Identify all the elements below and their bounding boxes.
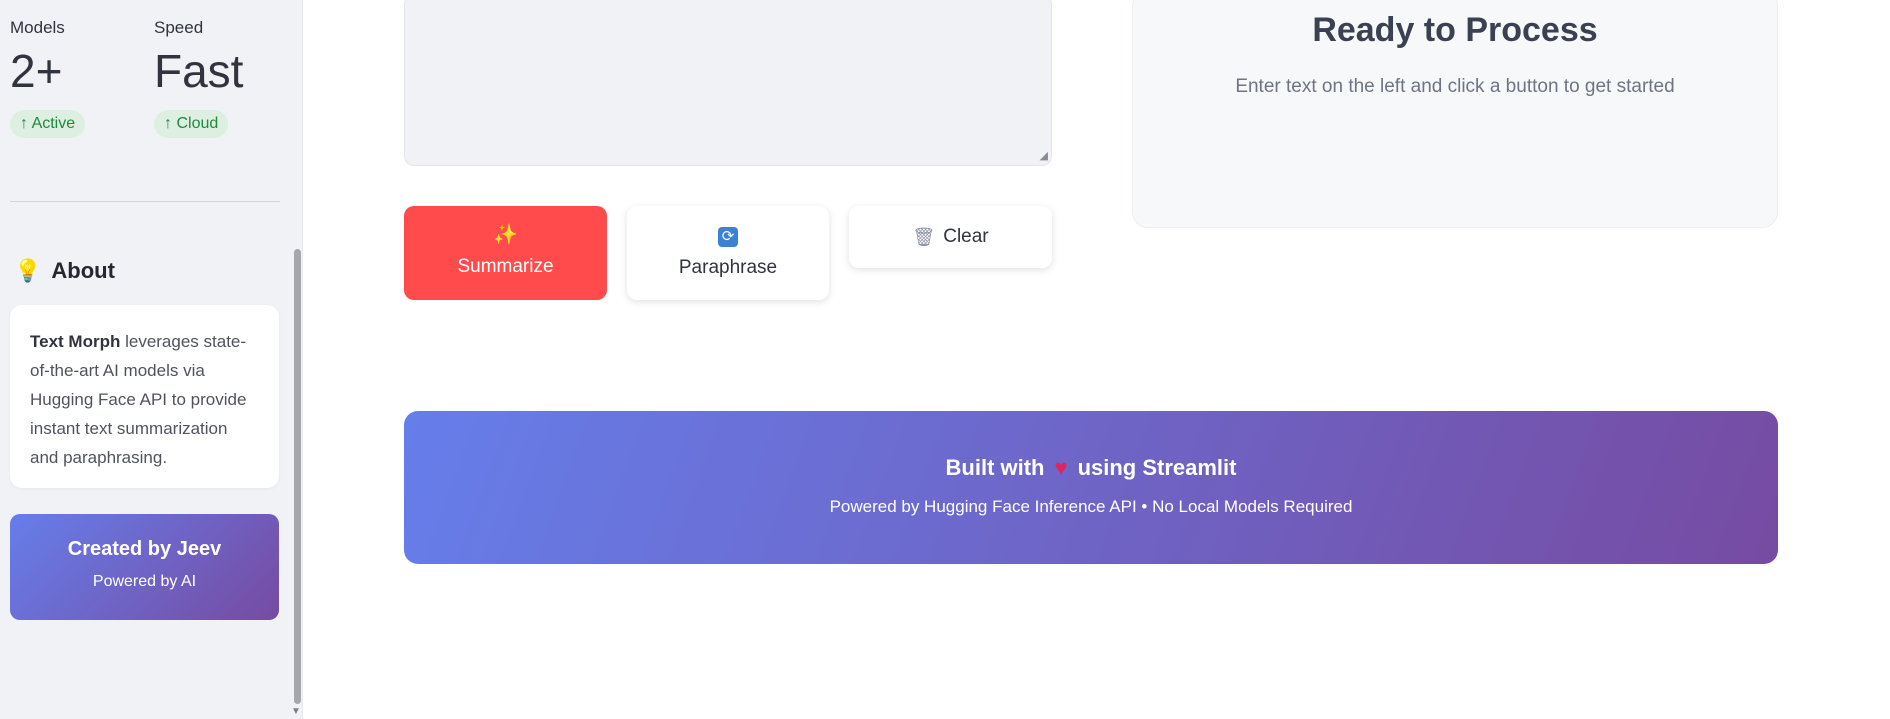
metric-delta-badge: ↑ Active: [10, 110, 86, 138]
summarize-button[interactable]: ✨ Summarize: [404, 206, 607, 300]
refresh-icon-wrap: ⟳: [627, 224, 829, 247]
clear-label: Clear: [943, 226, 989, 247]
sidebar: Models 2+ ↑ Active Speed Fast ↑ Cloud 💡 …: [0, 0, 303, 719]
footer-title: Built with ♥ using Streamlit: [404, 455, 1778, 481]
metric-models: Models 2+ ↑ Active: [10, 18, 86, 138]
heart-icon: ♥: [1054, 455, 1068, 480]
scroll-down-arrow-icon[interactable]: ▼: [291, 706, 301, 717]
footer-banner: Built with ♥ using Streamlit Powered by …: [404, 411, 1778, 564]
trash-icon: 🗑: [912, 226, 936, 247]
text-input-area[interactable]: ◢: [404, 0, 1052, 166]
footer-built-suffix: using Streamlit: [1077, 455, 1237, 480]
about-card: Text Morph leverages state-of-the-art AI…: [10, 305, 279, 488]
about-text: leverages state-of-the-art AI models via…: [30, 332, 247, 467]
resize-grip-icon[interactable]: ◢: [1040, 149, 1048, 162]
about-brand: Text Morph: [30, 332, 121, 351]
creator-card: Created by Jeev Powered by AI: [10, 514, 279, 620]
metric-value: 2+: [10, 45, 63, 97]
footer-powered: Powered by Hugging Face Inference API • …: [829, 497, 1353, 516]
status-title: Ready to Process: [1312, 11, 1598, 49]
metric-delta-text: Cloud: [176, 115, 219, 132]
sidebar-scrollbar[interactable]: [294, 249, 301, 704]
sparkle-icon: ✨: [493, 224, 518, 246]
status-panel: Ready to Process Enter text on the left …: [1132, 0, 1778, 228]
metric-label: Speed: [154, 18, 204, 37]
about-heading: 💡 About: [14, 258, 115, 284]
clear-button[interactable]: 🗑 Clear: [849, 206, 1052, 268]
summarize-label: Summarize: [457, 256, 554, 277]
metric-label: Models: [10, 18, 65, 37]
arrow-up-icon: ↑: [20, 115, 28, 132]
metric-delta-text: Active: [31, 115, 76, 132]
refresh-icon: ⟳: [718, 227, 738, 247]
status-subtitle: Enter text on the left and click a butto…: [1235, 76, 1675, 97]
paraphrase-button[interactable]: ⟳ Paraphrase: [627, 206, 829, 300]
sidebar-divider: [10, 201, 280, 202]
metric-delta-badge: ↑ Cloud: [154, 110, 229, 138]
footer-built-prefix: Built with: [945, 455, 1045, 480]
metric-value: Fast: [154, 45, 244, 97]
paraphrase-label: Paraphrase: [678, 257, 778, 278]
about-title: About: [51, 258, 115, 283]
creator-subtitle: Powered by AI: [92, 573, 197, 590]
metric-speed: Speed Fast ↑ Cloud: [154, 18, 243, 138]
arrow-up-icon: ↑: [164, 115, 172, 132]
creator-title: Created by Jeev: [67, 538, 222, 560]
lightbulb-icon: 💡: [14, 258, 42, 283]
